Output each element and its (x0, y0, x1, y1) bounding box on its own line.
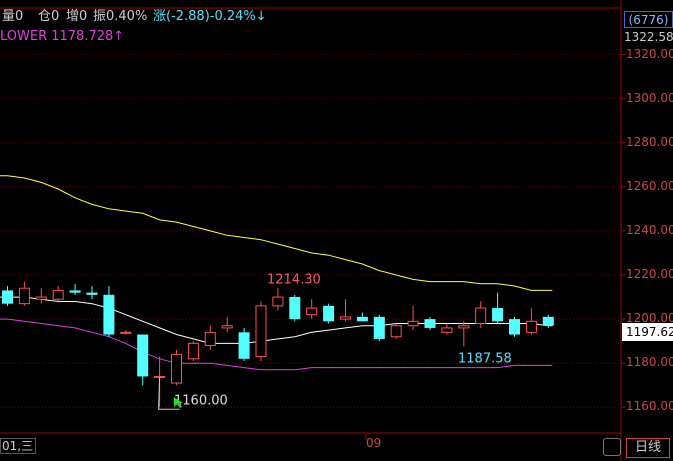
y-tick-label: 1240.00 (626, 222, 673, 237)
annotation-low-local-label: 1187.58 (458, 351, 512, 366)
candle-body (171, 353, 182, 384)
candle-body (441, 327, 453, 333)
candle-body (18, 287, 30, 305)
y-tick-label: 1300.00 (626, 90, 673, 105)
y-tick-label: 1260.00 (626, 178, 673, 193)
annotation-high-label: 1214.30 (267, 273, 321, 288)
y-tick-label: 1160.00 (626, 399, 673, 414)
candle-body (424, 319, 436, 328)
candle-body (323, 305, 335, 322)
candle-body (525, 320, 537, 333)
candle-body (509, 319, 520, 335)
annotation-low-label: 1160.00 (174, 393, 228, 408)
candle-body (52, 289, 64, 300)
candle-body (69, 290, 81, 293)
date-cursor-label: 01,三 (0, 438, 36, 454)
candle-body (35, 296, 47, 300)
y-tick-label: 1180.00 (626, 355, 673, 370)
contract-code: (6776) (624, 11, 673, 28)
y-tick-label: 1220.00 (626, 267, 673, 281)
y-tick-label: 1280.00 (626, 134, 673, 149)
candle-body (390, 325, 402, 338)
y-tick-label: 1320.00 (626, 46, 673, 61)
candle-body (221, 325, 233, 329)
date-tick-label: 09 (366, 436, 382, 450)
candle-body (492, 308, 504, 322)
candle-body (407, 320, 419, 327)
candle-body (154, 375, 166, 378)
candle-body (306, 307, 318, 316)
candle-body (475, 307, 487, 325)
candle-body (340, 316, 351, 320)
candlestick-chart[interactable]: 1214.30 1187.58 1160.00 (0, 0, 673, 461)
candle-body (255, 305, 267, 358)
candle-body (103, 294, 115, 335)
scroll-button[interactable] (603, 438, 621, 456)
candle-body (373, 316, 385, 339)
candle-body (86, 292, 98, 295)
candle-body (458, 325, 470, 329)
prev-close-value: 1322.58 (624, 30, 673, 44)
candle-body (272, 296, 284, 307)
candle-body (238, 332, 250, 359)
candle-body (204, 331, 216, 347)
candle-body (120, 331, 132, 334)
candle-body (289, 297, 301, 320)
current-price-tag: 1197.62 (622, 323, 673, 341)
candle-body (542, 316, 554, 326)
candle-body (187, 342, 199, 360)
period-button[interactable]: 日线 (626, 438, 670, 458)
candle-body (2, 290, 13, 304)
candle-body (356, 316, 368, 322)
candle-body (137, 334, 149, 377)
